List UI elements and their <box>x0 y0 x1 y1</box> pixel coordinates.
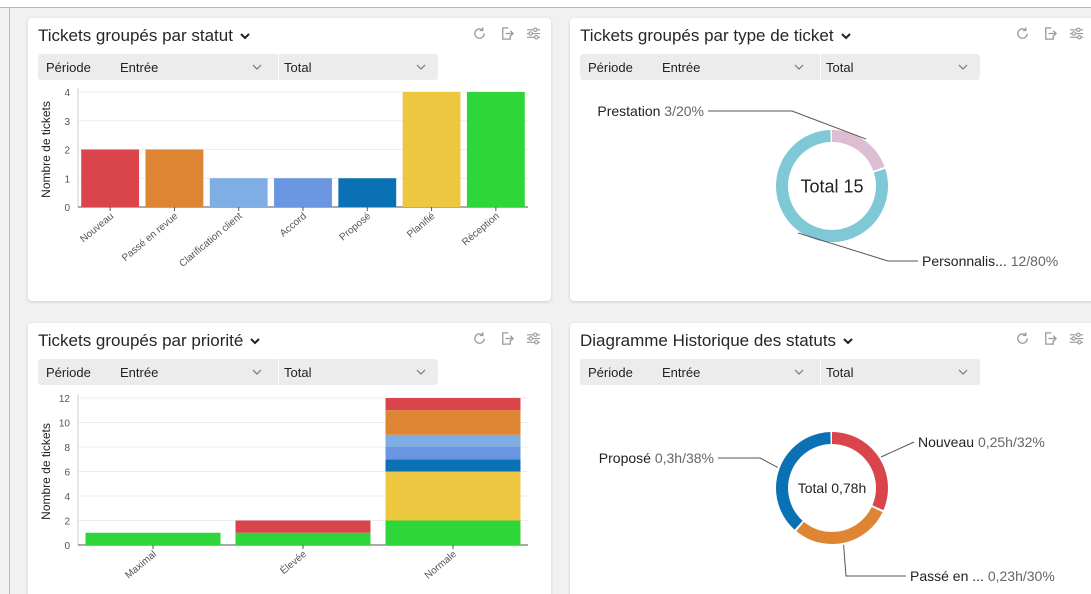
bar <box>338 178 397 207</box>
donut-center-label: Total 0,78h <box>798 480 867 496</box>
chevron-down-icon <box>240 33 250 40</box>
status-history-donut-chart: Nouveau 0,25h/32% Passé en ... 0,23h/30% P… <box>599 432 1055 584</box>
bar <box>466 92 525 207</box>
total-select[interactable]: Total <box>284 60 311 75</box>
card-tickets-by-status: Tickets groupés par statut Période Entré… <box>28 18 551 301</box>
chevron-down-icon[interactable] <box>251 367 263 377</box>
chevron-down-icon[interactable] <box>251 62 263 72</box>
bar <box>145 149 204 207</box>
y-tick-label: 4 <box>64 492 70 503</box>
card-tickets-by-type: Tickets groupés par type de ticket Pério… <box>570 18 1091 301</box>
window-top-edge <box>0 0 1091 8</box>
refresh-icon[interactable] <box>472 331 487 346</box>
slice-label: Nouveau 0,25h/32% <box>918 434 1045 450</box>
slice-label: Passé en ... 0,23h/30% <box>910 568 1055 584</box>
slice-label: Prestation 3/20% <box>597 103 704 119</box>
window-left-edge <box>0 8 10 594</box>
y-tick-label: 6 <box>64 468 70 479</box>
period-label: Période <box>46 60 91 75</box>
chevron-down-icon[interactable] <box>415 367 427 377</box>
card-title-text: Tickets groupés par priorité <box>38 331 244 350</box>
bar-segment <box>85 532 221 545</box>
card-title-dropdown[interactable]: Tickets groupés par priorité <box>38 331 261 351</box>
x-tick-label: Clarification client <box>178 211 245 270</box>
export-icon[interactable] <box>499 26 514 41</box>
bar <box>81 149 140 207</box>
y-tick-label: 0 <box>64 541 70 552</box>
settings-sliders-icon[interactable] <box>526 26 541 41</box>
leader-line <box>843 544 906 577</box>
bar-segment <box>385 459 521 472</box>
filter-separator <box>278 359 279 385</box>
card-status-history: Diagramme Historique des statuts Période… <box>570 323 1091 594</box>
card-toolbar <box>472 26 541 41</box>
export-icon[interactable] <box>499 331 514 346</box>
bar <box>209 178 268 207</box>
filter-bar: Période Entrée Total <box>38 359 438 385</box>
bar-segment <box>235 532 371 545</box>
bar <box>274 178 332 207</box>
y-axis-label: Nombre de tickets <box>39 101 53 198</box>
bar-segment <box>385 398 521 411</box>
slice-label: Proposé 0,3h/38% <box>599 450 714 466</box>
bar-segment <box>385 447 521 460</box>
x-tick-label: Maximal <box>123 549 159 581</box>
total-select[interactable]: Total <box>284 365 311 380</box>
period-label: Période <box>46 365 91 380</box>
bar <box>402 92 461 207</box>
x-tick-label: Passé en revue <box>120 211 181 264</box>
bar-segment <box>385 471 521 521</box>
bar-segment <box>235 520 371 533</box>
filter-bar: Période Entrée Total <box>38 54 438 80</box>
bar-segment <box>385 410 521 435</box>
y-tick-label: 4 <box>64 88 70 99</box>
y-tick-label: 2 <box>64 517 70 528</box>
y-tick-label: 10 <box>59 419 71 430</box>
y-axis-label: Nombre de tickets <box>39 423 53 520</box>
bar-segment <box>385 520 521 545</box>
filter-separator <box>278 54 279 80</box>
card-title-text: Tickets groupés par statut <box>38 26 233 45</box>
period-select[interactable]: Entrée <box>120 60 158 75</box>
x-tick-label: Réception <box>460 211 502 248</box>
slice-label: Personnalis... 12/80% <box>922 253 1058 269</box>
status-bar-chart: Nombre de tickets 0 1 2 3 4 Nouveau Passé en re… <box>39 88 528 270</box>
settings-sliders-icon[interactable] <box>526 331 541 346</box>
y-tick-label: 2 <box>64 146 70 157</box>
ticket-type-donut-chart: Prestation 3/20% Personnalis... 12/80% Tot… <box>597 103 1058 269</box>
y-tick-label: 0 <box>64 203 70 214</box>
chevron-down-icon[interactable] <box>415 62 427 72</box>
x-tick-label: Nouveau <box>78 211 116 245</box>
donut-center-label: Total 15 <box>800 176 863 196</box>
x-tick-label: Normale <box>423 549 459 582</box>
chevron-down-icon <box>250 338 261 345</box>
y-tick-label: 8 <box>64 443 70 454</box>
x-tick-label: Proposé <box>338 211 374 244</box>
card-toolbar <box>472 331 541 346</box>
x-tick-label: Accord <box>278 211 309 239</box>
card-title-dropdown[interactable]: Tickets groupés par statut <box>38 26 251 46</box>
card-tickets-by-priority: Tickets groupés par priorité Période Ent… <box>28 323 551 594</box>
y-tick-label: 3 <box>64 117 70 128</box>
refresh-icon[interactable] <box>472 26 487 41</box>
period-select[interactable]: Entrée <box>120 365 158 380</box>
bar-segment <box>385 434 521 447</box>
x-tick-label: Élevée <box>277 547 309 577</box>
priority-stacked-bar-chart: Nombre de tickets 0 2 4 6 8 10 12 Maximal Élevée N… <box>39 394 528 582</box>
leader-line <box>718 457 779 468</box>
y-tick-label: 12 <box>59 394 71 405</box>
leader-line <box>880 441 915 458</box>
x-tick-label: Planifié <box>405 211 438 241</box>
y-tick-label: 1 <box>64 174 70 185</box>
